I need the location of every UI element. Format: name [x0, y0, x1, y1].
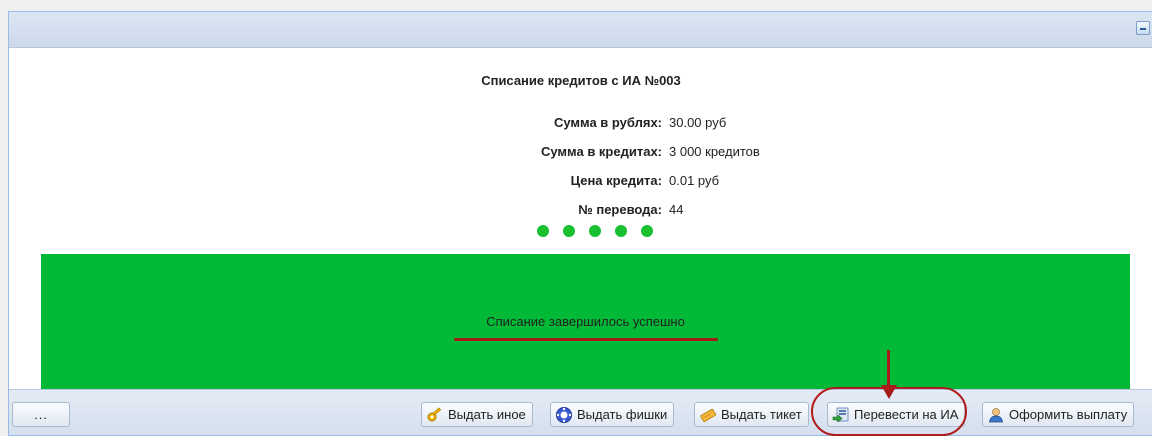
- progress-dot: [563, 225, 575, 237]
- progress-dot: [537, 225, 549, 237]
- issue-other-button[interactable]: Выдать иное: [421, 402, 533, 427]
- button-label: Выдать тикет: [721, 407, 802, 422]
- progress-dot: [641, 225, 653, 237]
- transaction-window: Списание кредитов с ИА №003 Сумма в рубл…: [8, 11, 1152, 436]
- progress-dot: [589, 225, 601, 237]
- annotation-underline: [454, 338, 718, 341]
- user-payout-icon: [987, 406, 1005, 424]
- annotation-circle: [811, 387, 967, 436]
- button-label: Выдать иное: [448, 407, 526, 422]
- key-icon: [426, 406, 444, 424]
- row-label: Сумма в рублях:: [553, 115, 662, 130]
- status-banner: Списание завершилось успешно: [41, 254, 1130, 393]
- row-value: 44: [669, 202, 684, 217]
- row-label: Цена кредита:: [570, 173, 662, 188]
- progress-dot: [615, 225, 627, 237]
- row-value: 30.00 руб: [669, 115, 727, 130]
- make-payout-button[interactable]: Оформить выплату: [982, 402, 1135, 427]
- details-panel: Списание кредитов с ИА №003 Сумма в рубл…: [9, 48, 1152, 393]
- annotation-arrow: [887, 350, 890, 390]
- collapse-icon[interactable]: [1136, 21, 1150, 35]
- row-label: № перевода:: [578, 202, 662, 217]
- ticket-icon: [699, 406, 717, 424]
- footer-toolbar: ... Выдать иное Выдать фишки Выдать тике…: [9, 389, 1152, 435]
- button-label: Выдать фишки: [577, 407, 668, 422]
- row-label: Сумма в кредитах:: [540, 144, 662, 159]
- more-button[interactable]: ...: [12, 402, 70, 427]
- issue-chips-button[interactable]: Выдать фишки: [550, 402, 675, 427]
- row-value: 3 000 кредитов: [669, 144, 760, 159]
- status-message: Списание завершилось успешно: [486, 314, 685, 329]
- button-label: Оформить выплату: [1009, 407, 1128, 422]
- row-value: 0.01 руб: [669, 173, 720, 188]
- issue-ticket-button[interactable]: Выдать тикет: [694, 402, 809, 427]
- more-button-label: ...: [34, 407, 48, 422]
- chips-icon: [555, 406, 573, 424]
- page-title: Списание кредитов с ИА №003: [481, 73, 681, 88]
- window-titlebar: [9, 12, 1152, 48]
